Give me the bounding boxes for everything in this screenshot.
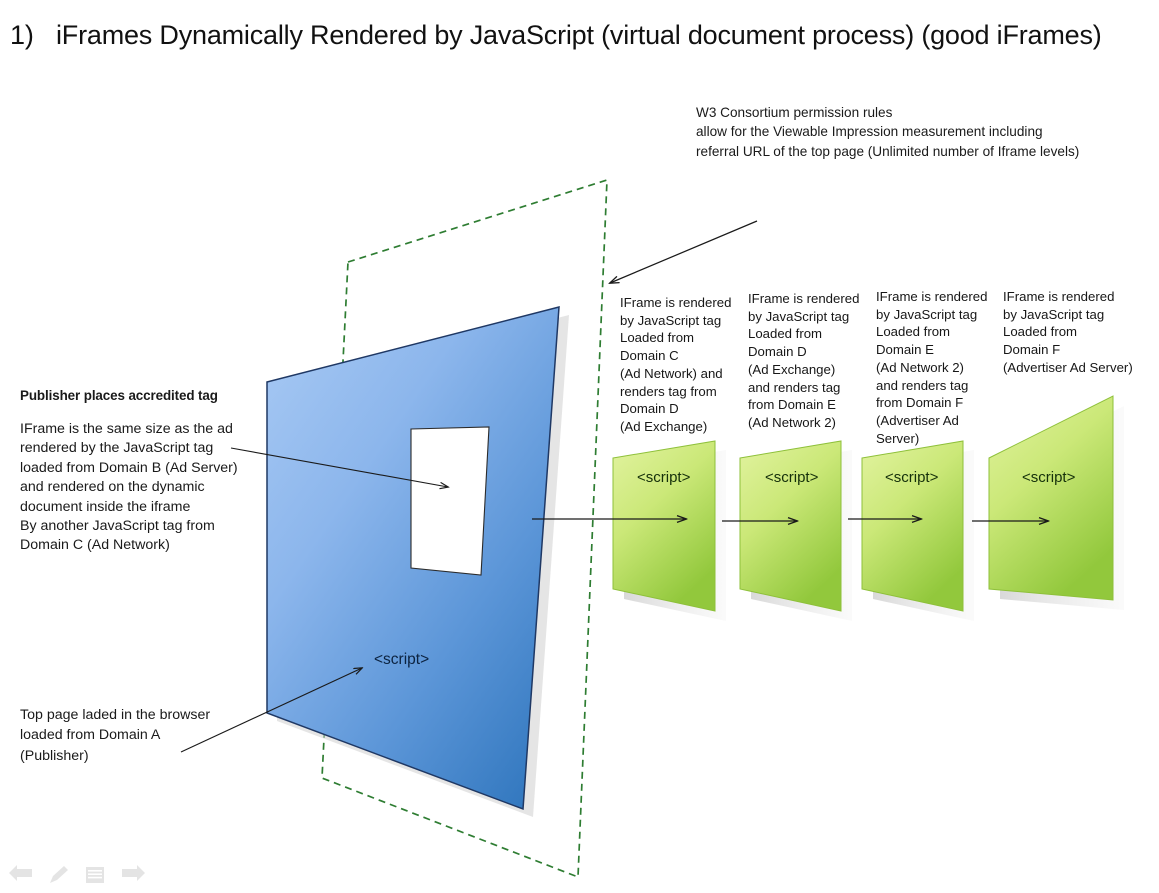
top-page-note: Top page laded in the browser loaded fro… [20, 707, 211, 764]
w3-consortium-note: W3 Consortium permission rules allow for… [696, 105, 1080, 159]
arrow-w3-to-frame [610, 220, 758, 283]
panel-note-domain-f: IFrame is rendered by JavaScript tag Loa… [1003, 289, 1133, 375]
script-panel-3 [861, 440, 964, 612]
back-arrow-icon[interactable] [8, 865, 34, 885]
script-panel-2 [739, 440, 842, 612]
script-label-panel-4: <script> [1022, 469, 1076, 486]
panel-note-domain-d: IFrame is rendered by JavaScript tag Loa… [748, 291, 860, 430]
bottom-toolbar[interactable] [8, 860, 148, 890]
document-icon[interactable] [84, 865, 106, 885]
slide-canvas: 1) iFrames Dynamically Rendered by JavaSc… [0, 0, 1159, 893]
iframe-ad-slot [410, 426, 490, 576]
script-label-top-page: <script> [374, 651, 430, 668]
script-panel-1 [612, 440, 716, 612]
panel-note-domain-c: IFrame is rendered by JavaScript tag Loa… [620, 295, 732, 434]
panel-note-domain-e: IFrame is rendered by JavaScript tag Loa… [876, 289, 988, 446]
forward-arrow-icon[interactable] [120, 865, 146, 885]
pencil-icon[interactable] [48, 865, 70, 885]
script-panel-4 [988, 395, 1114, 601]
iframe-description-note: IFrame is the same size as the ad render… [20, 421, 238, 554]
script-label-panel-3: <script> [885, 469, 939, 486]
script-label-panel-1: <script> [637, 469, 691, 486]
script-label-panel-2: <script> [765, 469, 819, 486]
publisher-heading: Publisher places accredited tag [20, 388, 218, 403]
